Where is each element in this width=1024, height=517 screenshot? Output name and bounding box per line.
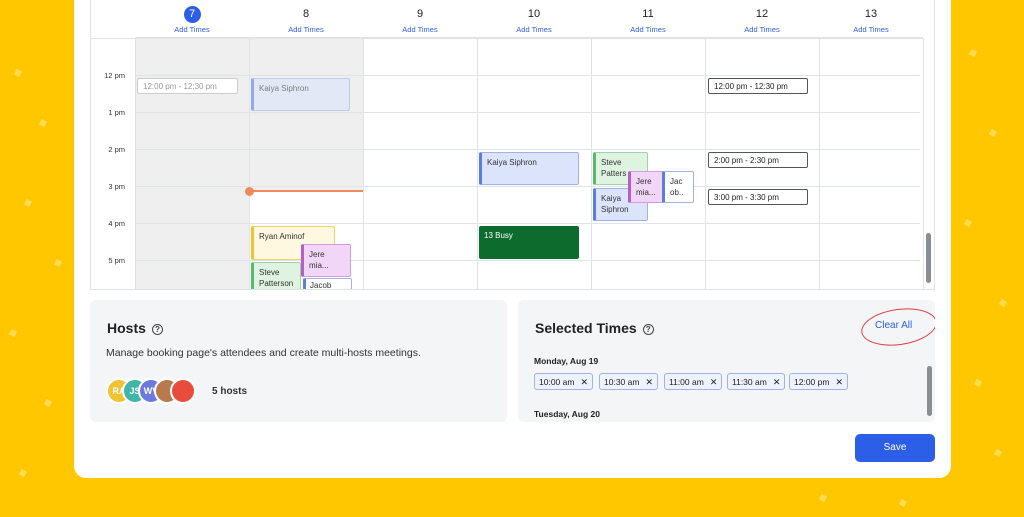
add-times-link[interactable]: Add Times	[363, 25, 477, 34]
time-chip[interactable]: 10:00 am ✕	[534, 373, 593, 390]
header-divider	[91, 38, 923, 39]
decor-square	[963, 218, 973, 228]
time-label: 3 pm	[108, 182, 125, 191]
time-chip[interactable]: 12:00 pm ✕	[789, 373, 848, 390]
decor-square	[53, 258, 63, 268]
calendar-scrollbar[interactable]	[926, 233, 931, 283]
day-header-7[interactable]: 7 Add Times	[135, 0, 249, 38]
booking-card: 7 Add Times 8 Add Times 9 Add Times 10 Add T…	[74, 0, 951, 478]
decor-square	[18, 468, 28, 478]
close-icon[interactable]: ✕	[580, 377, 588, 387]
selected-slot[interactable]: 12:00 pm - 12:30 pm	[708, 78, 808, 94]
add-times-link[interactable]: Add Times	[591, 25, 705, 34]
hour-line	[135, 186, 920, 187]
add-times-link[interactable]: Add Times	[135, 25, 249, 34]
add-times-link[interactable]: Add Times	[477, 25, 591, 34]
decor-square	[968, 48, 978, 58]
hosts-title-text: Hosts	[107, 320, 146, 336]
time-chip[interactable]: 11:00 am ✕	[664, 373, 723, 390]
current-time-line	[249, 190, 363, 192]
decor-square	[23, 198, 33, 208]
hour-line	[135, 223, 920, 224]
add-times-link[interactable]: Add Times	[705, 25, 819, 34]
event-block[interactable]: Jere mia...	[301, 244, 351, 277]
selected-slot[interactable]: 2:00 pm - 2:30 pm	[708, 152, 808, 168]
day-header-9[interactable]: 9 Add Times	[363, 0, 477, 38]
chip-label: 11:00 am	[669, 377, 704, 387]
clear-all-button[interactable]: Clear All	[875, 320, 912, 331]
chip-label: 12:00 pm	[794, 377, 830, 387]
time-label: 2 pm	[108, 145, 125, 154]
hosts-count[interactable]: 5 hosts	[212, 386, 247, 397]
decor-square	[988, 128, 998, 138]
hosts-panel: Hosts? Manage booking page's attendees a…	[90, 300, 507, 422]
calendar-week-view: 7 Add Times 8 Add Times 9 Add Times 10 Add T…	[90, 0, 935, 290]
hosts-title: Hosts?	[107, 320, 163, 336]
help-icon[interactable]: ?	[151, 323, 163, 335]
time-label: 5 pm	[108, 256, 125, 265]
event-block[interactable]: Steve Patterson	[251, 262, 301, 289]
selected-slot[interactable]: 3:00 pm - 3:30 pm	[708, 189, 808, 205]
hour-line	[135, 75, 920, 76]
decor-square	[973, 378, 983, 388]
decor-square	[43, 398, 53, 408]
close-icon[interactable]: ✕	[835, 377, 843, 387]
selected-times-scrollbar[interactable]	[927, 366, 932, 416]
time-label: 12 pm	[104, 71, 125, 80]
day-number: 11	[642, 8, 654, 20]
time-label: 1 pm	[108, 108, 125, 117]
chip-label: 11:30 am	[732, 377, 767, 387]
selected-slot[interactable]: 12:00 pm - 12:30 pm	[137, 78, 238, 94]
selected-times-title: Selected Times?	[535, 320, 654, 336]
save-button[interactable]: Save	[855, 434, 935, 462]
selected-times-panel: Selected Times? Clear All Monday, Aug 19…	[518, 300, 935, 422]
day-header-10[interactable]: 10 Add Times	[477, 0, 591, 38]
hour-line	[135, 260, 920, 261]
hosts-description: Manage booking page's attendees and crea…	[106, 347, 421, 359]
avatar-photo[interactable]	[170, 378, 196, 404]
day-header-11[interactable]: 11 Add Times	[591, 0, 705, 38]
day-number: 9	[416, 8, 424, 20]
close-icon[interactable]: ✕	[710, 377, 718, 387]
close-icon[interactable]: ✕	[645, 377, 653, 387]
day-number: 13	[864, 8, 878, 20]
decor-square	[13, 68, 23, 78]
event-block[interactable]: Jac ob..	[662, 171, 694, 203]
date-label: Tuesday, Aug 20	[534, 409, 600, 419]
time-chip[interactable]: 11:30 am ✕	[727, 373, 786, 390]
decor-square	[998, 298, 1008, 308]
day-header-12[interactable]: 12 Add Times	[705, 0, 819, 38]
date-label: Monday, Aug 19	[534, 356, 599, 366]
event-block[interactable]: Kaiya Siphron	[479, 152, 579, 185]
day-header-8[interactable]: 8 Add Times	[249, 0, 363, 38]
event-block[interactable]: Kaiya Siphron	[251, 78, 350, 111]
time-chip[interactable]: 10:30 am ✕	[599, 373, 658, 390]
hour-line	[135, 112, 920, 113]
decor-square	[898, 498, 908, 508]
decor-square	[8, 328, 18, 338]
hour-line	[135, 149, 920, 150]
day-header-13[interactable]: 13 Add Times	[819, 0, 923, 38]
add-times-link[interactable]: Add Times	[819, 25, 923, 34]
decor-square	[818, 493, 828, 503]
day-number: 7	[183, 6, 201, 23]
add-times-link[interactable]: Add Times	[249, 25, 363, 34]
busy-block[interactable]: 13 Busy	[479, 226, 579, 259]
day-number: 10	[527, 8, 541, 20]
day-number: 12	[755, 8, 769, 20]
event-block[interactable]: Jacob	[303, 278, 352, 289]
decor-square	[993, 448, 1003, 458]
help-icon[interactable]: ?	[642, 323, 654, 335]
close-icon[interactable]: ✕	[773, 377, 781, 387]
column-divider	[923, 38, 924, 289]
event-block[interactable]: Jere mia...	[628, 171, 664, 203]
selected-times-title-text: Selected Times	[535, 320, 637, 336]
time-label: 4 pm	[108, 219, 125, 228]
chip-label: 10:00 am	[539, 377, 575, 387]
current-time-dot	[245, 187, 254, 196]
chip-label: 10:30 am	[604, 377, 640, 387]
day-number: 8	[302, 8, 310, 20]
decor-square	[38, 118, 48, 128]
